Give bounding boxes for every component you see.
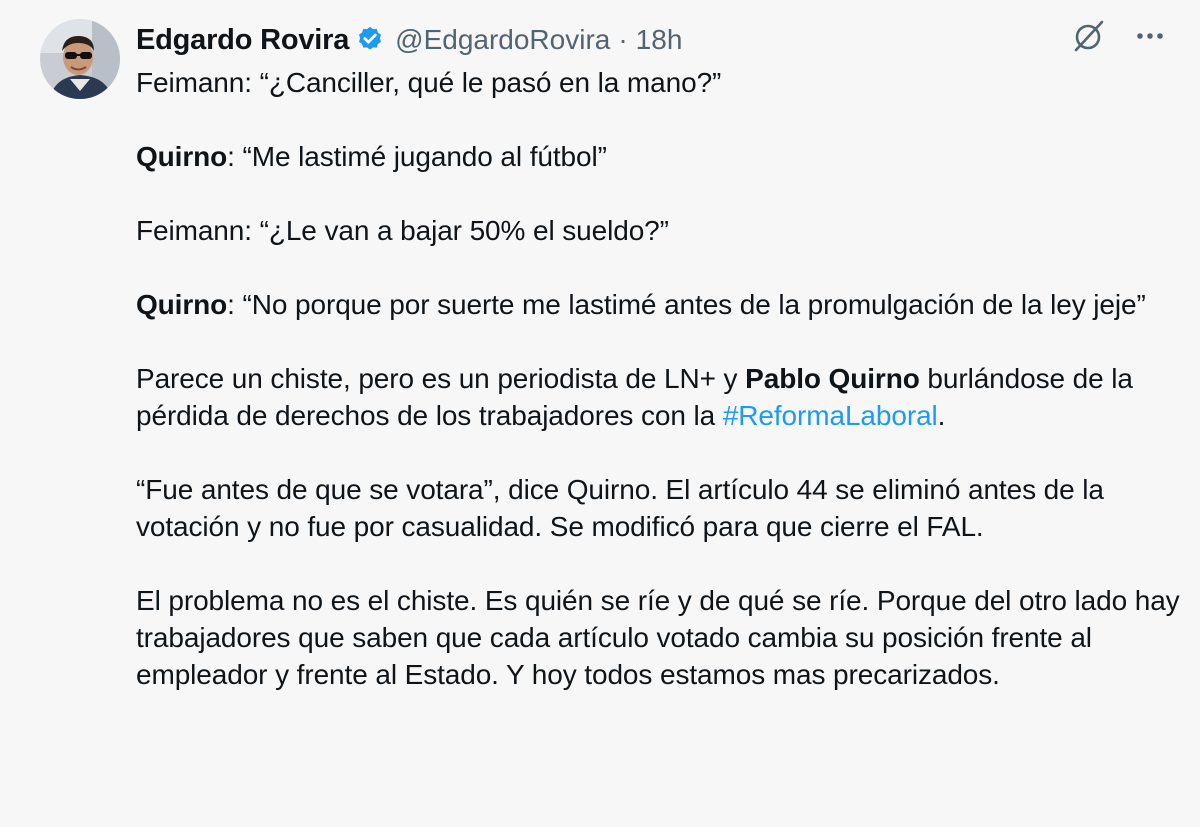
avatar-image [40,19,120,99]
avatar[interactable] [40,19,120,99]
quote-text: : “Me lastimé jugando al fútbol” [227,141,607,172]
text-segment: . [937,400,946,431]
tweet-paragraph-2: Quirno: “Me lastimé jugando al fútbol” [136,138,1186,175]
tweet-paragraph-5: Parece un chiste, pero es un periodista … [136,360,1186,434]
tweet-paragraph-4: Quirno: “No porque por suerte me lastimé… [136,286,1186,323]
author-handle[interactable]: @EdgardoRovira [395,24,610,56]
bold-name-pablo-quirno: Pablo Quirno [745,363,920,394]
quote-text: : “No porque por suerte me lastimé antes… [227,289,1146,320]
tweet-text: Feimann: “¿Canciller, qué le pasó en la … [136,64,1186,693]
author-name[interactable]: Edgardo Rovira [136,24,349,57]
timestamp[interactable]: 18h [636,24,683,56]
tweet-actions [1068,16,1170,56]
tweet-paragraph-1: Feimann: “¿Canciller, qué le pasó en la … [136,67,722,98]
grok-icon[interactable] [1068,16,1108,56]
tweet[interactable]: Edgardo Rovira @EdgardoRovira · 18h Feim… [0,0,1200,827]
bold-mention-quirno: Quirno [136,289,228,320]
tweet-header: Edgardo Rovira @EdgardoRovira · 18h [136,18,682,62]
more-icon[interactable] [1130,16,1170,56]
tweet-paragraph-6: “Fue antes de que se votara”, dice Quirn… [136,474,1104,542]
text-segment: Parece un chiste, pero es un periodista … [136,363,746,394]
bold-mention-quirno: Quirno [136,141,228,172]
hashtag-link[interactable]: #ReformaLaboral [723,400,938,431]
tweet-paragraph-7: El problema no es el chiste. Es quién se… [136,585,1180,690]
verified-badge-icon [355,25,385,55]
separator-dot: · [618,24,628,55]
tweet-paragraph-3: Feimann: “¿Le van a bajar 50% el sueldo?… [136,215,669,246]
